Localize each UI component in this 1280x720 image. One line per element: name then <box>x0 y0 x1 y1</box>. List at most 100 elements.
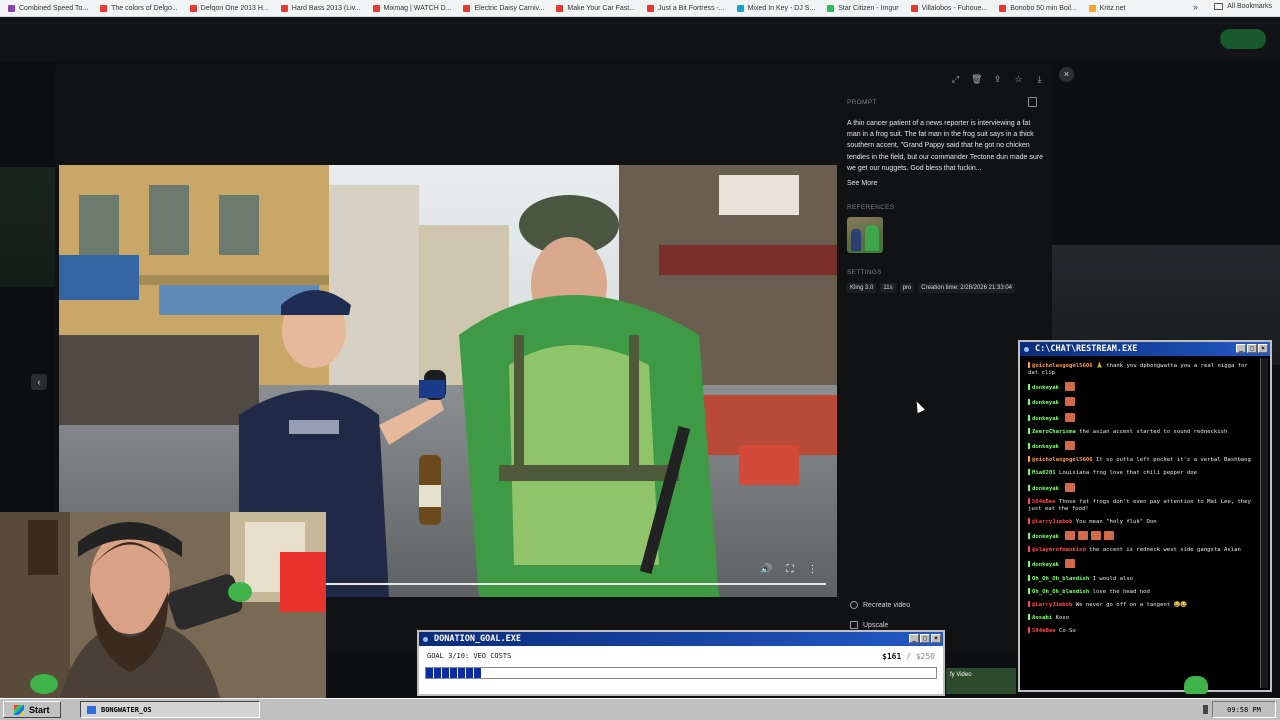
video-progress-bar[interactable] <box>326 583 826 585</box>
fullscreen-icon[interactable]: ⛶ <box>786 564 793 575</box>
chat-username[interactable]: @nicholasgogel5606 <box>1032 363 1093 369</box>
taskbar-item-bongwater-os[interactable]: BONGWATER_OS <box>80 701 260 718</box>
chat-username[interactable]: Aosabi <box>1032 615 1052 621</box>
bookmark-item[interactable]: Villalobos - Fuhoue... <box>910 4 987 12</box>
chat-username[interactable]: Mia0201 <box>1032 470 1056 476</box>
user-color-marker <box>1028 469 1030 476</box>
bookmark-label: Hard Bass 2013 (Liv... <box>291 4 361 12</box>
chat-message: donkeyak <box>1028 397 1254 407</box>
user-color-marker <box>1028 497 1030 504</box>
bookmark-item[interactable]: Star Citizen - Imgur <box>827 4 899 12</box>
chat-username[interactable]: donkeyak <box>1032 416 1059 422</box>
minimize-button[interactable]: _ <box>1236 344 1246 353</box>
chat-text: Koso <box>1055 615 1070 622</box>
user-color-marker <box>1028 587 1030 594</box>
chat-message: @nicholasgogel5606 It so outta left pock… <box>1028 456 1254 464</box>
chat-username[interactable]: @LarryJimbob <box>1032 519 1072 525</box>
close-button[interactable]: × <box>1059 67 1074 82</box>
prompt-text: A thin cancer patient of a news reporter… <box>847 120 1043 172</box>
close-button[interactable]: × <box>1258 344 1268 353</box>
copy-icon[interactable] <box>1028 97 1037 107</box>
favicon-icon <box>280 4 288 12</box>
previous-video-button[interactable]: ‹ <box>31 374 47 390</box>
expand-icon[interactable]: ⤢ <box>950 74 961 85</box>
chat-username[interactable]: Oh_Oh_Oh_blandish <box>1032 589 1089 595</box>
all-bookmarks-button[interactable]: All Bookmarks <box>1214 3 1272 10</box>
bookmark-item[interactable]: Electric Daisy Carniv... <box>463 4 545 12</box>
donation-current: $161 <box>882 652 902 661</box>
bookmark-label: Kritz.net <box>1099 4 1126 12</box>
upscale-label: Upscale <box>863 621 889 629</box>
chat-username[interactable]: donkeyak <box>1032 534 1059 540</box>
bookmark-item[interactable]: Mixmag | WATCH D... <box>372 4 451 12</box>
chat-username[interactable]: donkeyak <box>1032 562 1059 568</box>
bookmark-item[interactable]: Hard Bass 2013 (Liv... <box>280 4 361 12</box>
chat-username[interactable]: donkeyak <box>1032 385 1059 391</box>
bookmark-item[interactable]: Bonobo 50 min Boil... <box>999 4 1077 12</box>
chat-message: donkeyak <box>1028 382 1254 392</box>
start-button[interactable]: Start <box>3 701 61 718</box>
bookmark-item[interactable]: Kritz.net <box>1088 4 1126 12</box>
share-icon[interactable]: ⇪ <box>992 74 1003 85</box>
taskbar-item-label: BONGWATER_OS <box>101 705 152 714</box>
model-chip: Kling 3.0 <box>847 283 877 293</box>
chat-username[interactable]: @nicholasgogel5606 <box>1032 457 1093 463</box>
upscale-button[interactable]: Upscale <box>850 621 888 629</box>
chat-scrollbar[interactable] <box>1260 358 1268 688</box>
windows-logo-icon <box>14 704 24 715</box>
reference-thumbnail[interactable] <box>847 217 883 253</box>
chat-username[interactable]: @slayerofmankind <box>1032 547 1086 553</box>
emote-icon <box>1065 531 1076 541</box>
folder-icon <box>1214 3 1224 10</box>
emote-icon <box>1065 397 1076 407</box>
recreate-video-button[interactable]: Recreate video <box>850 601 910 609</box>
bookmark-item[interactable]: Defqon One 2013 H... <box>189 4 269 12</box>
donation-amount: $161 / $250 <box>882 652 935 661</box>
bookmarks-overflow-button[interactable]: » <box>1193 2 1198 12</box>
donation-titlebar[interactable]: DONATION_GOAL.EXE _ □ × <box>419 632 943 646</box>
chat-message: Mia0201 Louisiana frog love that chili p… <box>1028 469 1254 477</box>
star-icon[interactable]: ☆ <box>1013 74 1024 85</box>
background-topbar <box>0 17 1280 61</box>
bookmark-item[interactable]: Just a Bit Fortress -... <box>647 4 725 12</box>
chat-username[interactable]: Oh_Oh_Oh_blandish <box>1032 576 1089 582</box>
chat-message: Oh_Oh_Oh_blandish I would also <box>1028 574 1254 583</box>
window-buttons: _ □ × <box>1236 344 1268 353</box>
user-color-marker <box>1028 601 1030 607</box>
chat-username[interactable]: 504eBee <box>1032 628 1056 634</box>
bookmark-item[interactable]: Mixed In Key - DJ S... <box>736 4 815 12</box>
chat-titlebar[interactable]: C:\CHAT\RESTREAM.EXE _ □ × <box>1020 342 1270 356</box>
more-options-icon[interactable]: ⋮ <box>807 564 817 575</box>
bookmark-label: Electric Daisy Carniv... <box>474 4 545 12</box>
emote-icon <box>1065 440 1076 450</box>
chat-username[interactable]: 504eBee <box>1032 499 1056 505</box>
maximize-button[interactable]: □ <box>920 634 930 643</box>
emote-icon <box>1065 382 1076 392</box>
user-color-marker <box>1028 414 1030 421</box>
see-more-link[interactable]: See More <box>847 180 877 187</box>
chat-username[interactable]: donkeyak <box>1032 400 1059 406</box>
chat-message: Aosabi Koso <box>1028 614 1254 622</box>
minimize-button[interactable]: _ <box>909 634 919 643</box>
bookmark-item[interactable]: The colors of Delgo... <box>100 4 178 12</box>
upscale-icon <box>850 621 858 629</box>
close-button[interactable]: × <box>931 634 941 643</box>
emote-icon <box>1065 412 1076 422</box>
volume-icon[interactable]: 🔊 <box>760 564 772 575</box>
chat-username[interactable]: ZeeroCharisma <box>1032 429 1076 435</box>
download-icon[interactable]: ⤓ <box>1034 74 1045 85</box>
taskbar: Start BONGWATER_OS 09:58 PM <box>0 698 1280 720</box>
maximize-button[interactable]: □ <box>1247 344 1257 353</box>
user-color-marker <box>1028 614 1030 621</box>
bookmark-item[interactable]: Combined Speed To... <box>8 4 88 12</box>
duration-chip: 11s <box>880 283 896 293</box>
chat-username[interactable]: donkeyak <box>1032 486 1059 492</box>
bookmark-item[interactable]: Make Your Car Fast... <box>556 4 635 12</box>
chat-message: @slayerofmankind the accent is redneck w… <box>1028 546 1254 554</box>
chat-message: donkeyak <box>1028 559 1254 569</box>
chat-username[interactable]: @LarryJimbob <box>1032 602 1072 608</box>
chat-title: C:\CHAT\RESTREAM.EXE <box>1035 344 1138 354</box>
chat-username[interactable]: donkeyak <box>1032 444 1059 450</box>
trash-icon[interactable]: 🗑 <box>971 74 982 85</box>
donation-title: DONATION_GOAL.EXE <box>434 634 521 644</box>
